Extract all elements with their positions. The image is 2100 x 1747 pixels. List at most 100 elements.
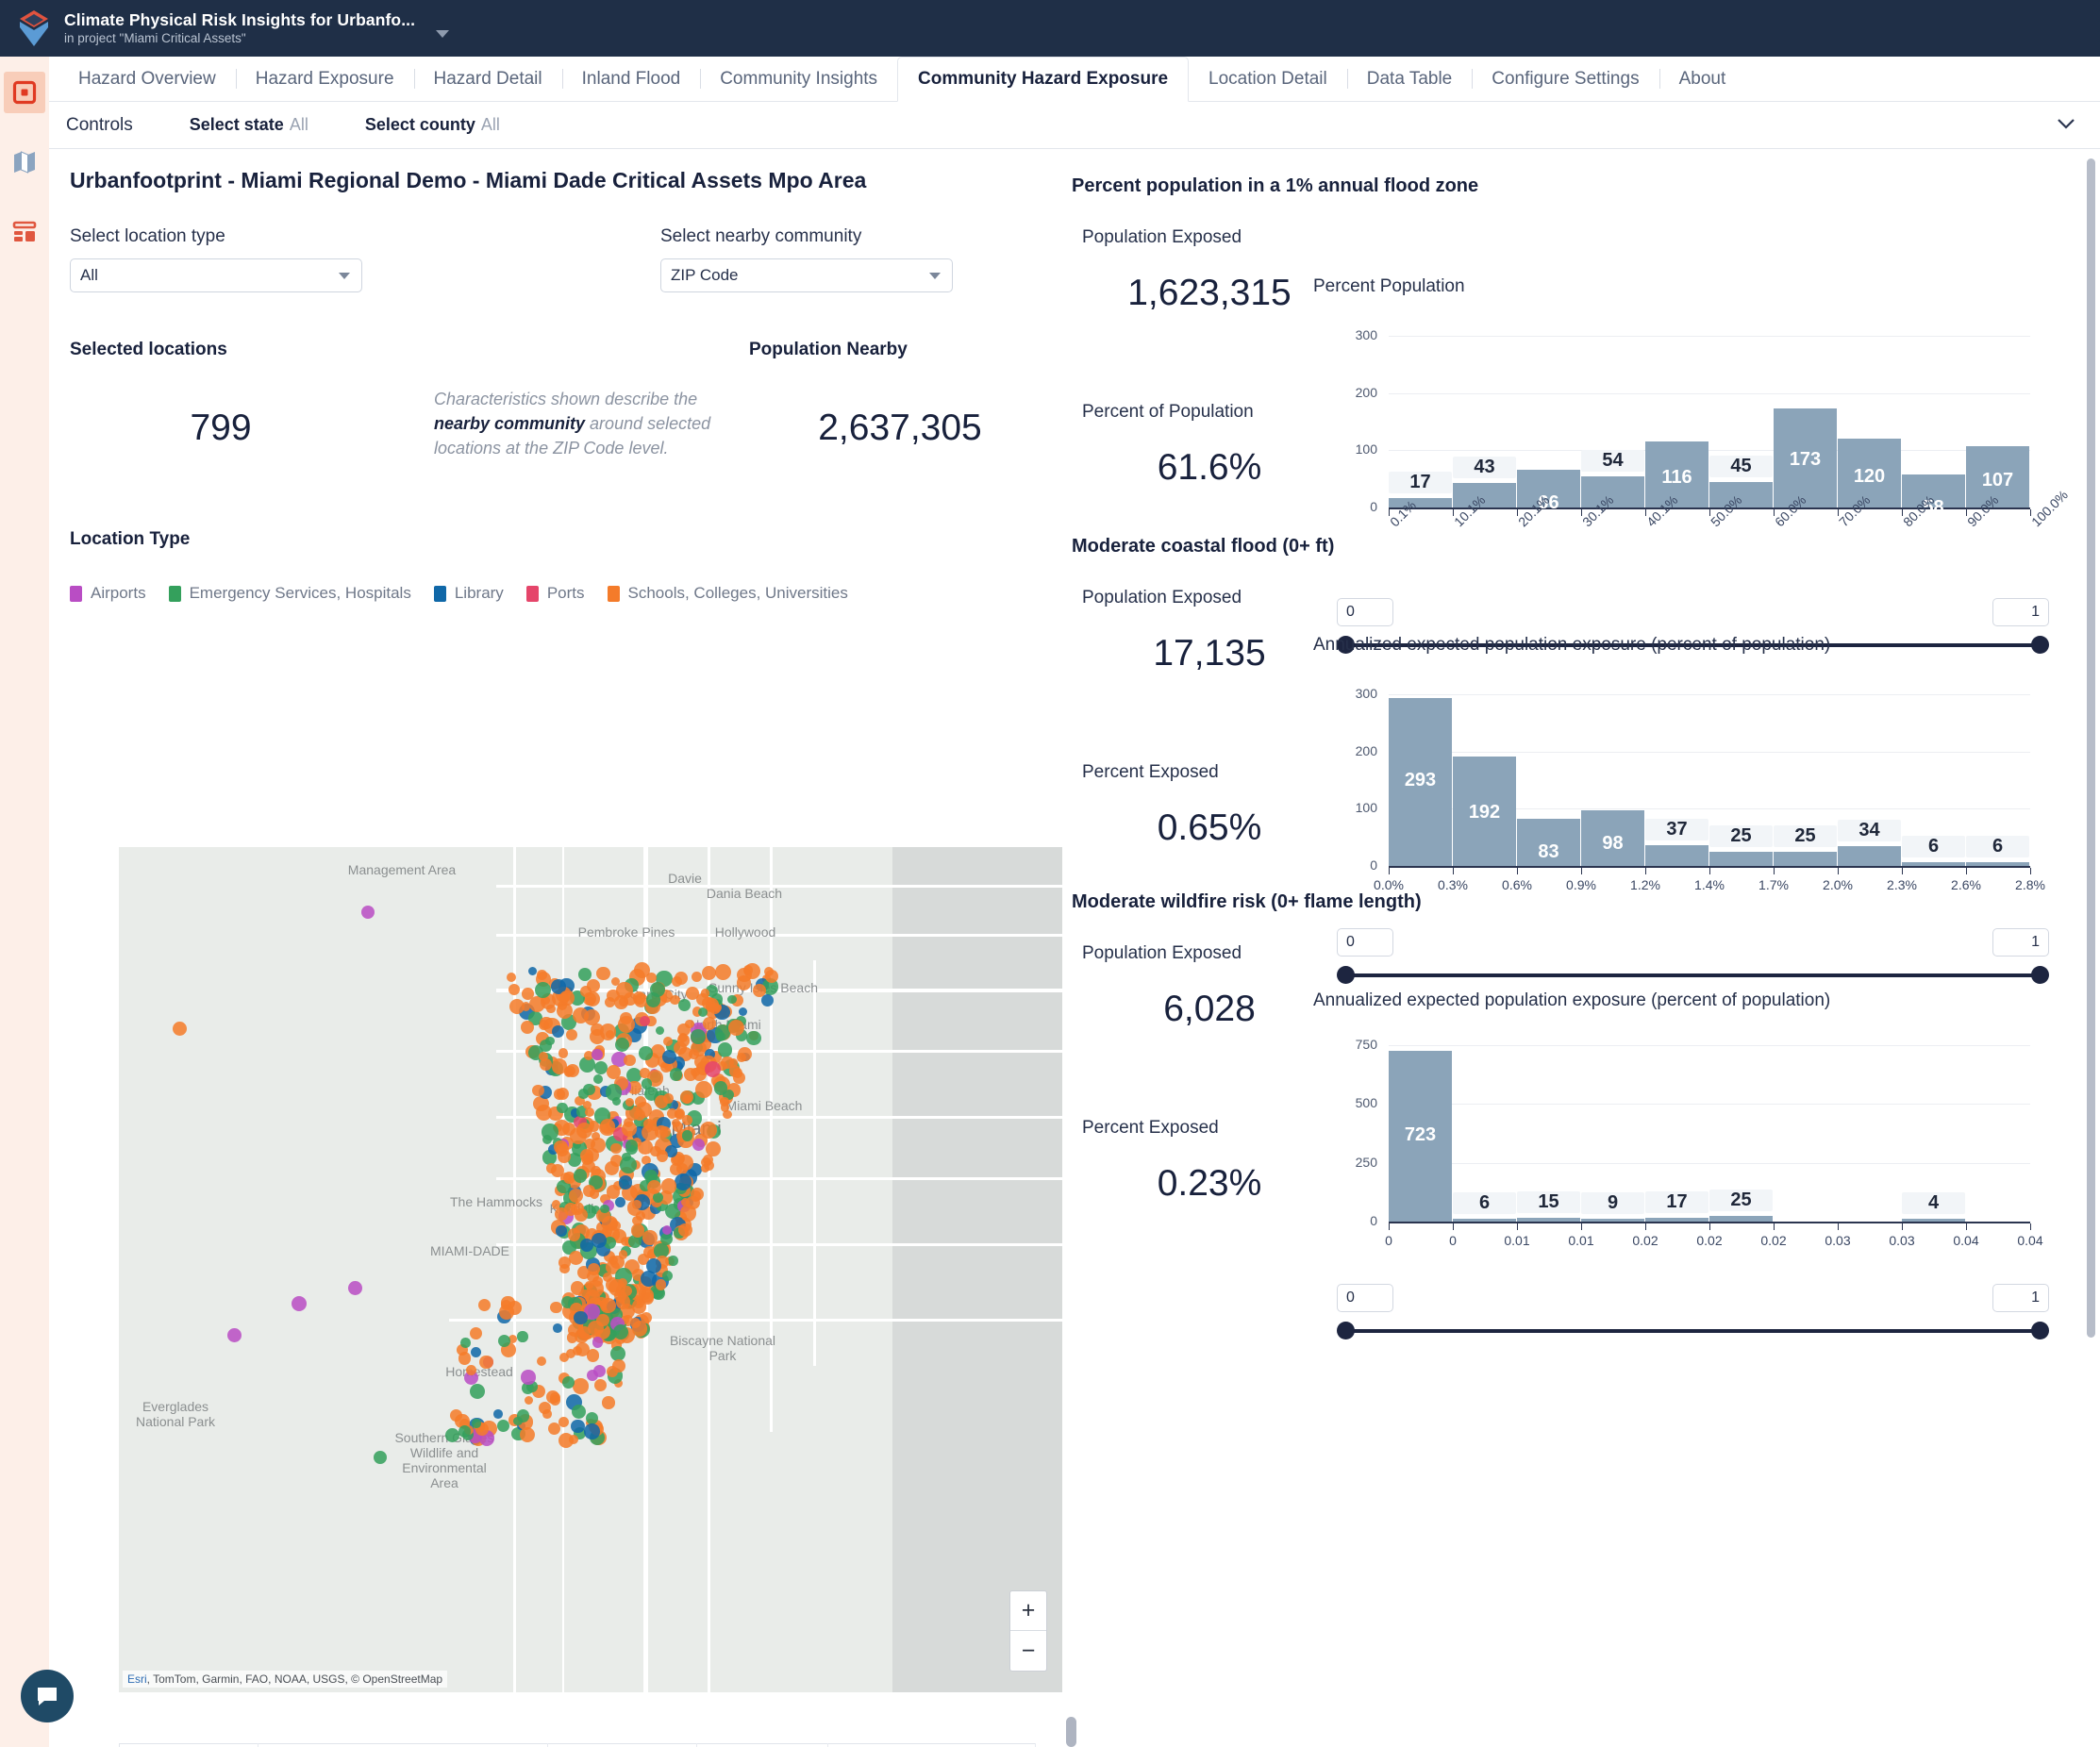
map-location-marker[interactable] — [588, 1320, 604, 1337]
map-location-marker[interactable] — [723, 1109, 732, 1120]
map-zoom-out-button[interactable]: − — [1010, 1631, 1046, 1671]
map-location-marker[interactable] — [458, 1352, 472, 1365]
map-location-marker[interactable] — [578, 1089, 589, 1099]
map-location-marker[interactable] — [550, 1392, 560, 1403]
histogram-bar[interactable] — [1645, 844, 1708, 866]
map-location-marker[interactable] — [444, 1428, 459, 1443]
map-location-marker[interactable] — [676, 1034, 690, 1047]
map-location-marker[interactable] — [601, 1215, 618, 1232]
map-location-marker[interactable] — [558, 1256, 571, 1270]
map-location-marker[interactable] — [708, 1003, 721, 1015]
histogram-bar[interactable] — [1966, 862, 2029, 866]
map-location-marker[interactable] — [746, 1030, 761, 1046]
map-location-marker[interactable] — [585, 1411, 598, 1425]
map-location-marker[interactable] — [717, 1042, 733, 1057]
legend-item-airports[interactable]: Airports — [70, 584, 146, 603]
map-location-marker[interactable] — [604, 1160, 619, 1175]
tab-hazard-overview[interactable]: Hazard Overview — [58, 57, 236, 101]
histogram-bar[interactable] — [1709, 851, 1773, 866]
slider-knob-min[interactable] — [1337, 966, 1355, 984]
map-location-marker[interactable] — [499, 1304, 514, 1320]
support-chat-button[interactable] — [21, 1670, 74, 1722]
map-location-marker[interactable] — [720, 1056, 734, 1070]
map-location-marker[interactable] — [632, 1200, 642, 1209]
rail-item-layout[interactable] — [4, 211, 45, 253]
map-location-marker[interactable] — [639, 1046, 653, 1060]
map-location-marker[interactable] — [292, 1296, 307, 1311]
map-location-marker[interactable] — [606, 1365, 618, 1377]
map-location-marker[interactable] — [497, 1334, 510, 1348]
location-type-select[interactable]: All — [70, 258, 362, 292]
map-location-marker[interactable] — [361, 906, 375, 919]
map-location-marker[interactable] — [572, 1007, 589, 1024]
map-location-marker[interactable] — [654, 1095, 668, 1109]
table-column-header[interactable]: State Name — [696, 1743, 829, 1747]
map-location-marker[interactable] — [611, 1096, 621, 1106]
map-location-marker[interactable] — [618, 1250, 628, 1259]
tab-community-hazard-exposure[interactable]: Community Hazard Exposure — [897, 57, 1190, 102]
map-location-marker[interactable] — [615, 1294, 631, 1309]
map-location-marker[interactable] — [227, 1328, 242, 1342]
tab-hazard-detail[interactable]: Hazard Detail — [413, 57, 562, 101]
rail-item-dashboard[interactable] — [4, 72, 45, 113]
map-location-marker[interactable] — [733, 1068, 743, 1078]
map-location-marker[interactable] — [671, 1118, 681, 1128]
map-location-marker[interactable] — [678, 998, 692, 1011]
map-location-marker[interactable] — [374, 1451, 387, 1464]
map-location-marker[interactable] — [574, 1310, 588, 1325]
histogram-bar[interactable] — [1581, 1219, 1644, 1222]
map-location-marker[interactable] — [552, 1323, 562, 1333]
map-location-marker[interactable] — [645, 992, 660, 1007]
rail-item-map[interactable] — [4, 141, 45, 183]
map-location-marker[interactable] — [631, 1298, 647, 1314]
map-location-marker[interactable] — [492, 1409, 503, 1419]
map-location-marker[interactable] — [470, 1384, 485, 1399]
map-location-marker[interactable] — [684, 1019, 694, 1029]
map-location-marker[interactable] — [720, 1097, 729, 1106]
map-location-marker[interactable] — [661, 1049, 676, 1064]
map-location-marker[interactable] — [527, 966, 538, 976]
map-location-marker[interactable] — [573, 1378, 589, 1394]
histogram-bar[interactable] — [1774, 851, 1837, 866]
slider-knob-max[interactable] — [2031, 966, 2049, 984]
slider-knob-min[interactable] — [1337, 1322, 1355, 1339]
map-location-marker[interactable] — [583, 1423, 600, 1439]
range-max-input[interactable]: 1 — [1992, 928, 2049, 957]
map-location-marker[interactable] — [610, 1142, 622, 1155]
map-location-marker[interactable] — [669, 1068, 683, 1081]
map-location-marker[interactable] — [173, 1022, 187, 1036]
map-location-marker[interactable] — [641, 1078, 652, 1090]
map-location-marker[interactable] — [618, 1174, 633, 1190]
map-location-marker[interactable] — [602, 1396, 615, 1409]
slider-knob-max[interactable] — [2031, 636, 2049, 654]
map-location-marker[interactable] — [546, 1004, 556, 1013]
map-location-marker[interactable] — [642, 1230, 658, 1245]
map-location-marker[interactable] — [577, 968, 592, 981]
map-location-marker[interactable] — [592, 1073, 604, 1085]
tab-about[interactable]: About — [1658, 57, 1746, 101]
map-location-marker[interactable] — [521, 1370, 536, 1385]
nearby-community-select[interactable]: ZIP Code — [660, 258, 953, 292]
filter-select-county[interactable]: Select county All — [365, 115, 500, 135]
tab-hazard-exposure[interactable]: Hazard Exposure — [235, 57, 414, 101]
map-location-marker[interactable] — [558, 1048, 569, 1059]
map-location-marker[interactable] — [592, 1275, 603, 1287]
locations-map[interactable]: Management Area Davie Dania Beach Pembroke … — [119, 847, 1062, 1692]
histogram-bar[interactable] — [1902, 1219, 1965, 1222]
map-location-marker[interactable] — [537, 970, 547, 981]
map-location-marker[interactable] — [645, 1257, 661, 1273]
range-slider[interactable] — [1337, 966, 2049, 985]
map-location-marker[interactable] — [655, 1125, 669, 1139]
histogram-bar[interactable] — [1517, 1218, 1580, 1222]
map-location-marker[interactable] — [348, 1281, 362, 1295]
slider-knob-max[interactable] — [2031, 1322, 2049, 1339]
map-attribution-link[interactable]: Esri — [127, 1672, 147, 1686]
tab-configure-settings[interactable]: Configure Settings — [1472, 57, 1658, 101]
map-location-marker[interactable] — [534, 981, 551, 999]
table-column-header[interactable]: County Name — [547, 1743, 698, 1747]
map-location-marker[interactable] — [558, 990, 575, 1006]
map-location-marker[interactable] — [704, 1060, 722, 1078]
map-location-marker[interactable] — [618, 1015, 635, 1033]
map-location-marker[interactable] — [614, 1037, 629, 1052]
map-location-marker[interactable] — [655, 1279, 667, 1290]
